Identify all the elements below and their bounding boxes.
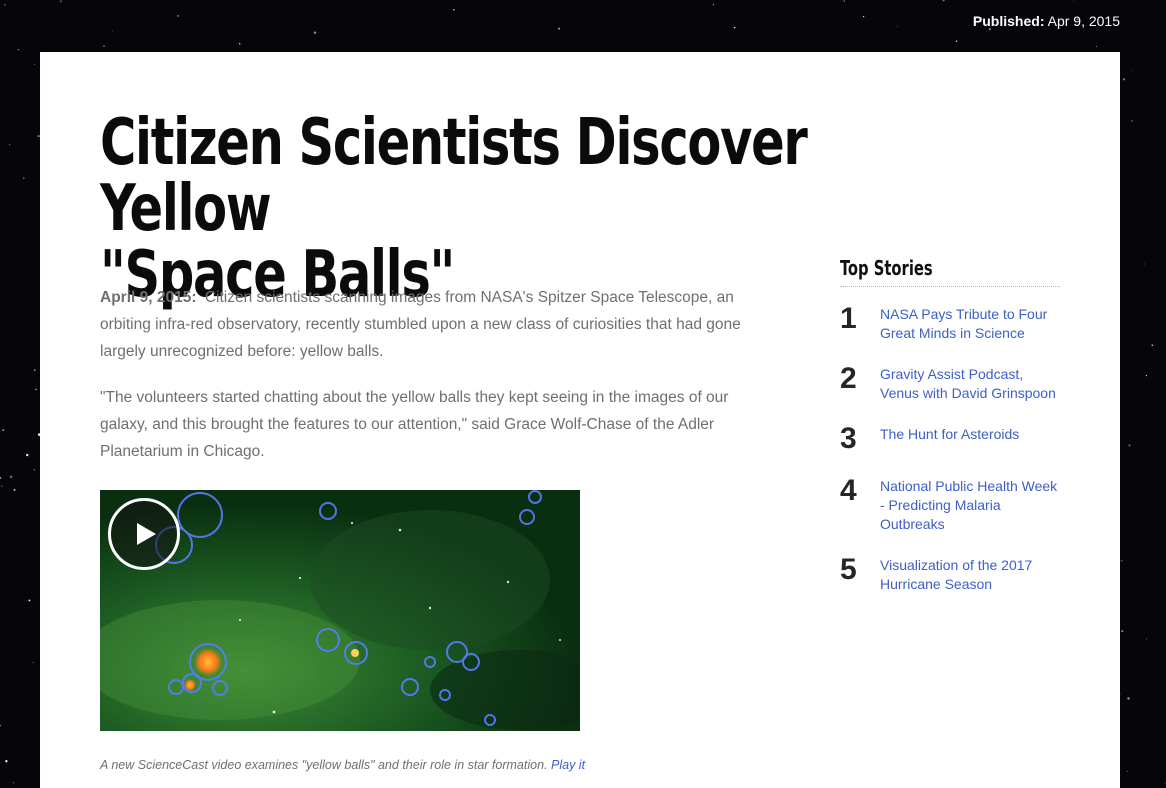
paragraph-2: "The volunteers started chatting about t… <box>100 389 729 460</box>
published-info: Published: Apr 9, 2015 <box>973 13 1120 29</box>
story-number: 1 <box>840 302 857 335</box>
published-date: Apr 9, 2015 <box>1047 13 1120 29</box>
story-link-1[interactable]: NASA Pays Tribute to Four Great Minds in… <box>880 303 1060 343</box>
story-number: 2 <box>840 362 857 395</box>
top-stories-sidebar: Top Stories 1 NASA Pays Tribute to Four … <box>840 256 1060 594</box>
story-list: 1 NASA Pays Tribute to Four Great Minds … <box>840 303 1060 594</box>
story-number: 4 <box>840 474 857 507</box>
story-item-4: 4 National Public Health Week - Predicti… <box>840 475 1060 534</box>
story-link-5[interactable]: Visualization of the 2017 Hurricane Seas… <box>880 554 1060 594</box>
caption-text: A new ScienceCast video examines "yellow… <box>100 758 548 772</box>
story-item-2: 2 Gravity Assist Podcast, Venus with Dav… <box>840 363 1060 403</box>
published-label: Published: <box>972 13 1045 29</box>
paragraph-1: April 9, 2015: Citizen scientists scanni… <box>100 284 770 365</box>
play-icon <box>137 523 156 545</box>
video-caption: A new ScienceCast video examines "yellow… <box>100 758 800 772</box>
story-number: 3 <box>840 422 857 455</box>
title-line-1: Citizen Scientists Discover Yellow <box>100 106 808 246</box>
dateline: April 9, 2015: <box>100 289 197 306</box>
article-panel: Citizen Scientists Discover Yellow "Spac… <box>40 52 1120 788</box>
video-player[interactable] <box>100 490 580 731</box>
story-item-1: 1 NASA Pays Tribute to Four Great Minds … <box>840 303 1060 343</box>
story-link-2[interactable]: Gravity Assist Podcast, Venus with David… <box>880 363 1060 403</box>
story-number: 5 <box>840 553 857 586</box>
story-link-3[interactable]: The Hunt for Asteroids <box>880 423 1060 444</box>
sidebar-divider <box>840 286 1060 287</box>
article-body: April 9, 2015: Citizen scientists scanni… <box>100 284 770 484</box>
story-item-5: 5 Visualization of the 2017 Hurricane Se… <box>840 554 1060 594</box>
sidebar-title: Top Stories <box>840 256 933 280</box>
play-it-link[interactable]: Play it <box>551 758 585 772</box>
story-link-4[interactable]: National Public Health Week - Predicting… <box>880 475 1060 534</box>
article-title: Citizen Scientists Discover Yellow "Spac… <box>100 110 857 308</box>
play-button[interactable] <box>108 498 180 570</box>
story-item-3: 3 The Hunt for Asteroids <box>840 423 1060 455</box>
